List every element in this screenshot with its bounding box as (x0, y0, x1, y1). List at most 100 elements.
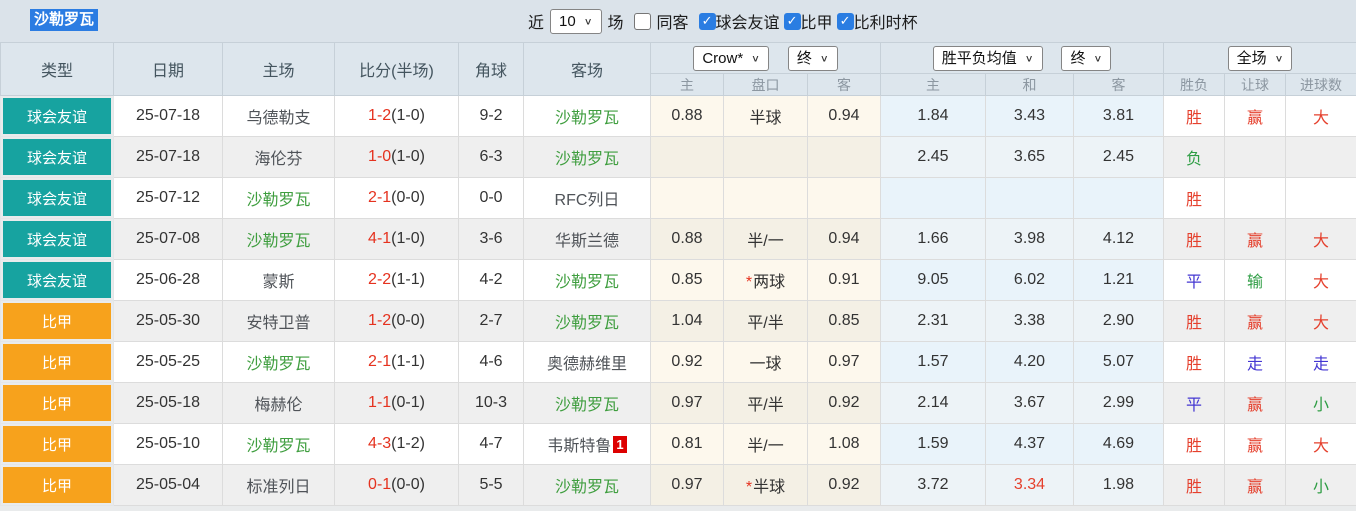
avg-home-cell: 2.14 (880, 382, 986, 424)
recent-count-select[interactable]: 10 ∨ (550, 8, 602, 34)
odds-away-value: 1.08 (828, 435, 860, 452)
home-team: 沙勒罗瓦 (246, 233, 311, 250)
scope-header-cell: 全场 ∨ (1163, 42, 1356, 74)
odds-home-cell (650, 136, 724, 178)
avg-draw-cell: 3.67 (985, 382, 1074, 424)
corner-cell: 3-6 (458, 218, 524, 260)
table-row: 球会友谊 25-06-28 蒙斯 2-2(1-1) 4-2 沙勒罗瓦 0.85 *两球 0.91… (0, 259, 1356, 301)
result-cell: 胜 (1163, 218, 1225, 260)
away-team-cell: RFC列日 (523, 177, 651, 219)
avg-draw-cell: 3.38 (985, 300, 1074, 342)
history-tbody: 球会友谊 25-07-18 乌德勒支 1-2(1-0) 9-2 沙勒罗瓦 0.88 半球 0.9… (0, 95, 1356, 506)
avg-draw-value: 3.65 (1013, 148, 1046, 165)
let-result-value: 赢 (1246, 315, 1263, 332)
table-row: 比甲 25-05-04 标准列日 0-1(0-0) 5-5 沙勒罗瓦 0.97 *半球 0.92… (0, 464, 1356, 506)
goals-result-cell (1285, 136, 1356, 178)
type-badge-cell: 比甲 (0, 300, 114, 342)
away-team-cell: 沙勒罗瓦 (523, 300, 651, 342)
odds-home-value: 0.97 (671, 476, 703, 493)
handicap-star: * (745, 274, 753, 291)
odds-source-select[interactable]: Crow* ∨ (693, 45, 769, 71)
home-team: 沙勒罗瓦 (246, 192, 311, 209)
handicap-cell: *半球 (723, 464, 808, 506)
type-badge: 球会友谊 (3, 180, 111, 216)
result-value: 胜 (1185, 438, 1202, 455)
away-team: 奥德赫维里 (546, 356, 627, 373)
table-row: 比甲 25-05-25 沙勒罗瓦 2-1(1-1) 4-6 奥德赫维里 0.92 一球 0.97… (0, 341, 1356, 383)
filter-friendly-checkbox[interactable] (698, 12, 716, 30)
date-cell: 25-05-30 (113, 300, 223, 342)
result-value: 胜 (1185, 356, 1202, 373)
goals-result-value: 小 (1312, 479, 1329, 496)
same-away-label[interactable]: 同客 (657, 9, 689, 33)
avg-home-cell (880, 177, 986, 219)
date-cell: 25-07-18 (113, 136, 223, 178)
scope-select[interactable]: 全场 ∨ (1227, 45, 1293, 71)
odds-away-value: 0.94 (828, 230, 860, 247)
avg-home-cell: 3.72 (880, 464, 986, 506)
match-date: 25-07-08 (135, 230, 201, 247)
home-team-cell: 标准列日 (222, 464, 335, 506)
home-team: 标准列日 (246, 479, 311, 496)
sub-header-let-result: 让球 (1224, 73, 1286, 96)
handicap-cell: 半球 (723, 95, 808, 137)
avg-home-cell: 2.31 (880, 300, 986, 342)
let-result-cell: 赢 (1224, 464, 1286, 506)
filter-league-label[interactable]: 比甲 (801, 9, 833, 33)
sub-header-avg-draw: 和 (985, 73, 1074, 96)
avg-home-value: 2.31 (917, 312, 949, 329)
let-result-cell (1224, 136, 1286, 178)
odds-away-value: 0.85 (828, 312, 860, 329)
full-time-score: 2-1 (368, 189, 392, 206)
full-time-score: 1-0 (368, 148, 392, 165)
avg-time-select[interactable]: 终 ∨ (1061, 45, 1112, 71)
goals-result-value: 大 (1312, 110, 1329, 127)
date-cell: 25-05-25 (113, 341, 223, 383)
type-badge: 球会友谊 (3, 221, 111, 257)
avg-away-cell (1073, 177, 1164, 219)
handicap-cell: 平/半 (723, 300, 808, 342)
result-cell: 胜 (1163, 177, 1225, 219)
corner-cell: 0-0 (458, 177, 524, 219)
same-away-checkbox[interactable] (633, 12, 651, 30)
score-cell: 1-0(1-0) (334, 136, 459, 178)
avg-away-value: 4.12 (1102, 230, 1135, 247)
avg-source-select[interactable]: 胜平负均值 ∨ (932, 45, 1043, 71)
full-time-score: 1-2 (368, 312, 392, 329)
avg-draw-value: 4.20 (1013, 353, 1046, 370)
match-date: 25-07-18 (135, 107, 201, 124)
avg-draw-value: 3.98 (1013, 230, 1046, 247)
filter-friendly-label[interactable]: 球会友谊 (716, 9, 780, 33)
filter-league-checkbox[interactable] (783, 12, 801, 30)
goals-result-cell: 大 (1285, 300, 1356, 342)
result-value: 胜 (1185, 110, 1202, 127)
score-cell: 2-2(1-1) (334, 259, 459, 301)
chevron-down-icon: ∨ (1093, 52, 1103, 64)
odds-home-cell: 0.97 (650, 382, 724, 424)
match-date: 25-05-18 (135, 394, 201, 411)
team-title: 沙勒罗瓦 (30, 9, 99, 31)
odds-time-select[interactable]: 终 ∨ (787, 45, 838, 71)
home-team-cell: 乌德勒支 (222, 95, 335, 137)
result-value: 胜 (1185, 479, 1202, 496)
chevron-down-icon: ∨ (819, 52, 829, 64)
full-time-score: 2-2 (368, 271, 392, 288)
avg-home-cell: 1.66 (880, 218, 986, 260)
table-row: 比甲 25-05-30 安特卫普 1-2(0-0) 2-7 沙勒罗瓦 1.04 平/半 0.85… (0, 300, 1356, 342)
half-time-score: (1-0) (391, 107, 425, 124)
avg-home-value: 2.45 (917, 148, 949, 165)
filter-cup-checkbox[interactable] (836, 12, 854, 30)
let-result-cell: 赢 (1224, 423, 1286, 465)
avg-away-cell: 5.07 (1073, 341, 1164, 383)
odds-home-value: 0.85 (671, 271, 703, 288)
goals-result-value: 大 (1312, 438, 1329, 455)
home-team-cell: 沙勒罗瓦 (222, 423, 335, 465)
handicap-value: 半/一 (747, 233, 784, 250)
odds-away-cell: 0.92 (807, 382, 881, 424)
filter-cup-label[interactable]: 比利时杯 (854, 9, 918, 33)
table-row: 球会友谊 25-07-08 沙勒罗瓦 4-1(1-0) 3-6 华斯兰德 0.88 半/一 0.… (0, 218, 1356, 260)
odds-away-cell: 0.94 (807, 95, 881, 137)
home-team-cell: 沙勒罗瓦 (222, 218, 335, 260)
home-team-cell: 沙勒罗瓦 (222, 341, 335, 383)
odds-home-value: 1.04 (671, 312, 703, 329)
